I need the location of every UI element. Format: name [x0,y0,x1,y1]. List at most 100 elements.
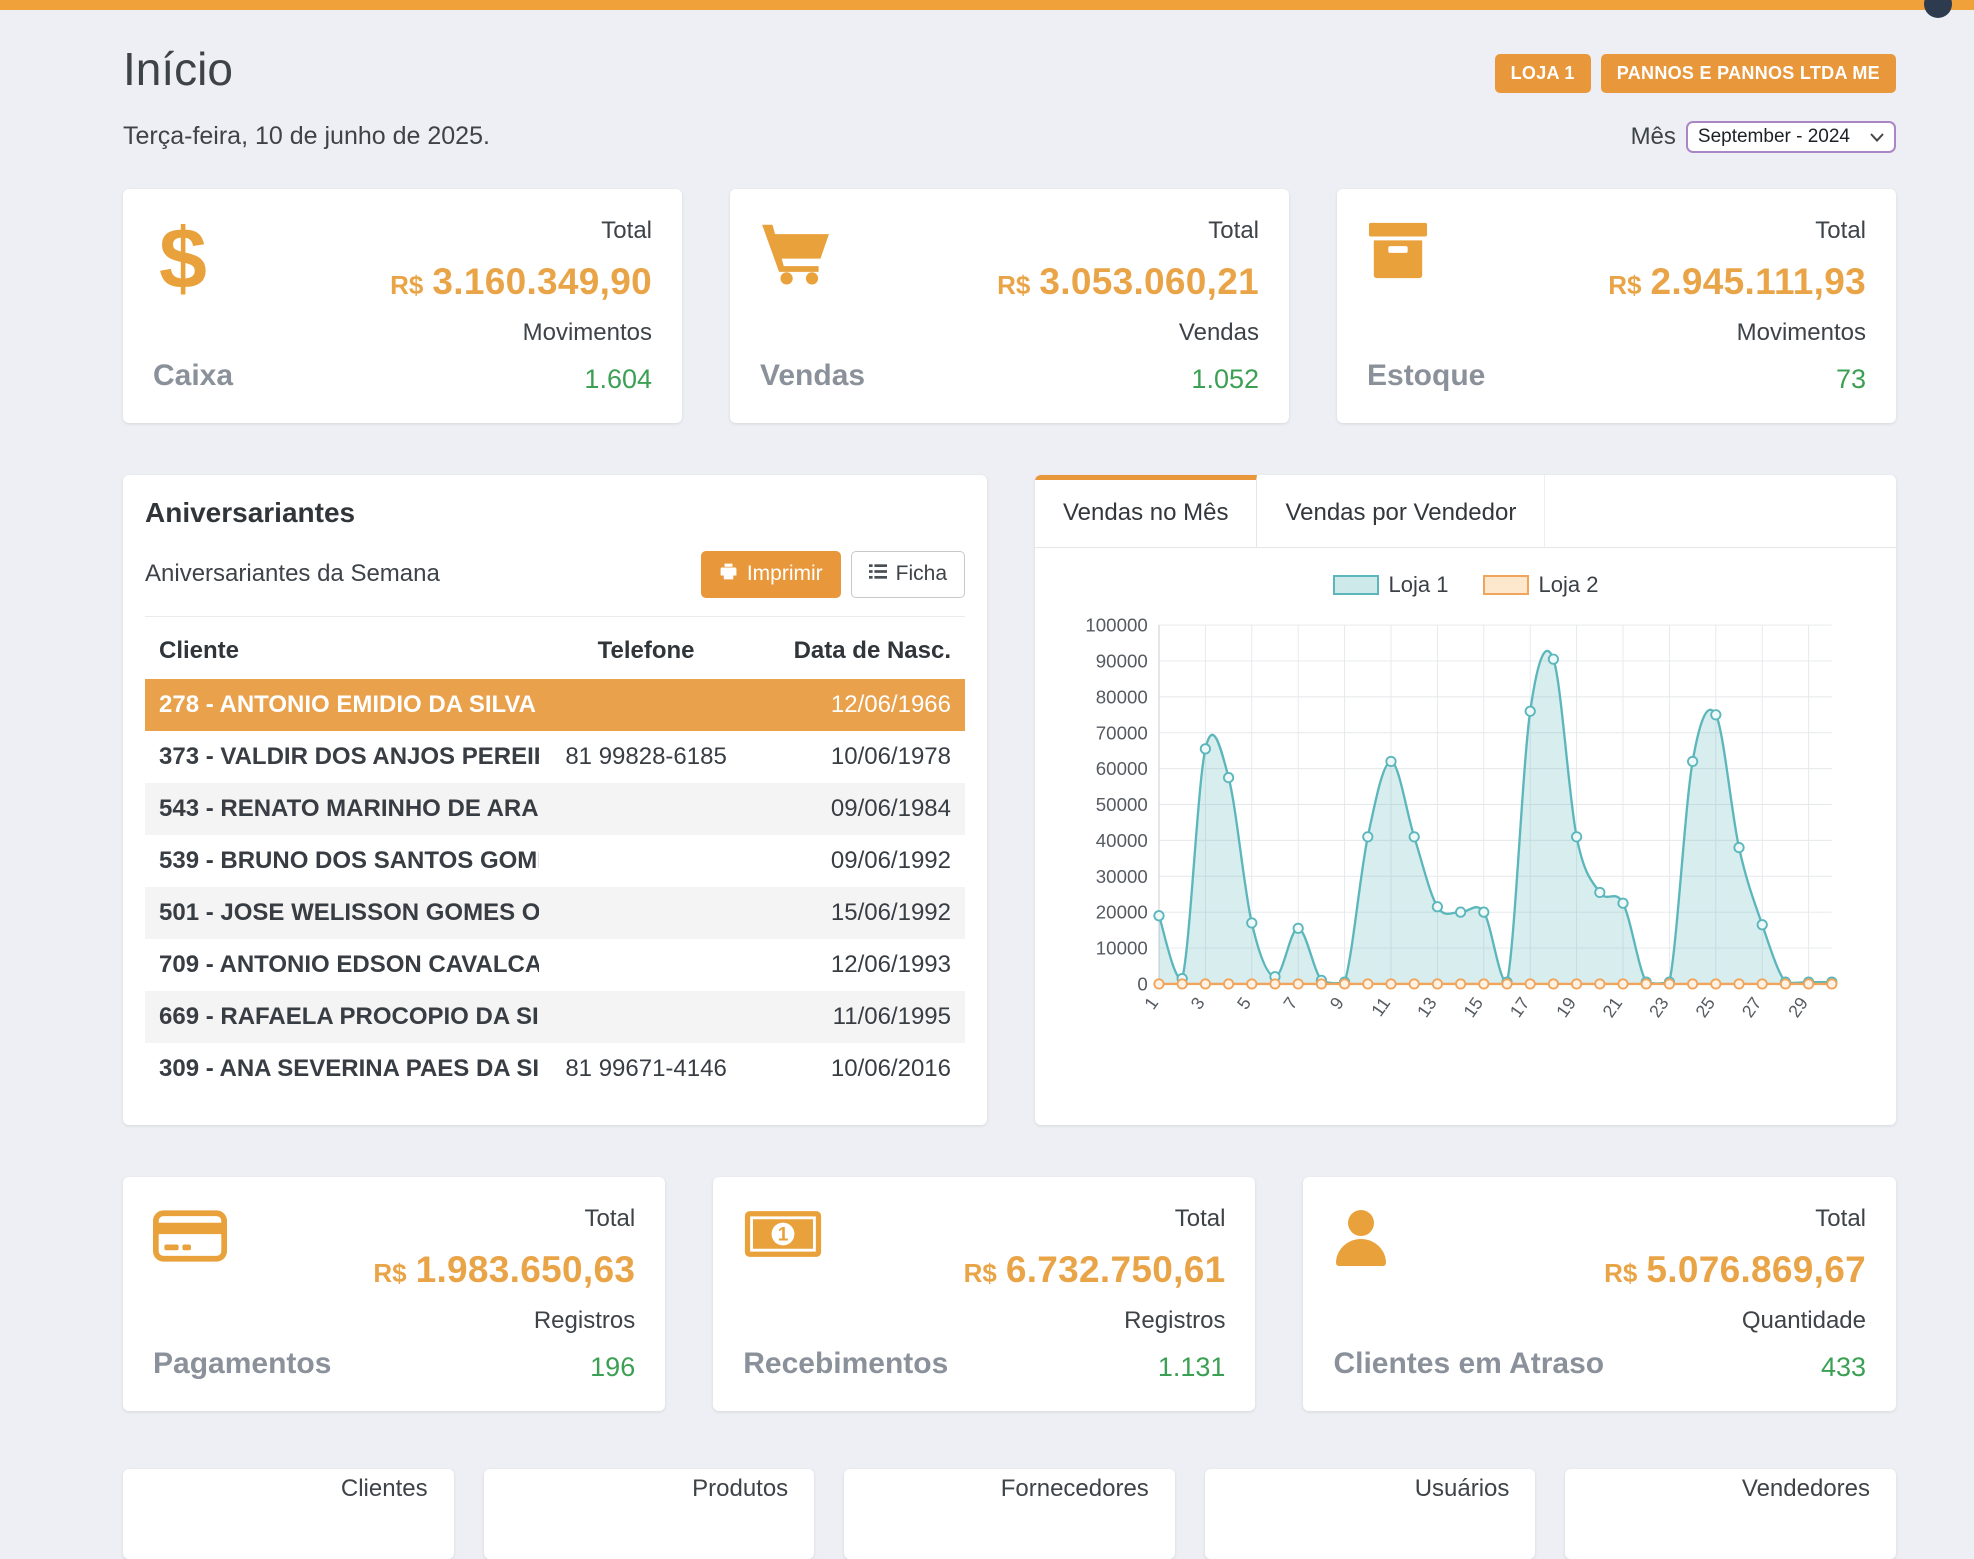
list-icon [869,562,887,586]
client-birthdate: 12/06/1966 [753,691,951,719]
stat-card-clientes-atraso: Clientes em Atraso Total R$5.076.869,67 … [1303,1177,1896,1411]
count-label: Quantidade [1604,1307,1866,1335]
stat-card-vendas: Vendas Total R$3.053.060,21 Vendas 1.052 [730,189,1289,423]
tab-vendas-no-mes[interactable]: Vendas no Mês [1035,475,1257,547]
birthdays-subtitle: Aniversariantes da Semana [145,560,440,588]
svg-text:20000: 20000 [1096,901,1148,922]
client-birthdate: 09/06/1992 [753,847,951,875]
sales-chart[interactable]: 0100002000030000400005000060000700008000… [1073,612,1858,1051]
svg-text:17: 17 [1506,993,1534,1021]
total-value: R$6.732.750,61 [964,1249,1226,1291]
table-row[interactable]: 543 - RENATO MARINHO DE ARAUJO (F... 09/… [145,783,965,835]
ficha-button-label: Ficha [896,562,947,586]
table-row[interactable]: 501 - JOSE WELISSON GOMES OLIVEIR... 15/… [145,887,965,939]
birthdays-table: Cliente Telefone Data de Nasc. 278 - ANT… [145,616,965,1095]
column-header-cliente: Cliente [159,637,539,665]
total-label: Total [997,217,1259,245]
print-button-label: Imprimir [747,562,823,586]
svg-text:100000: 100000 [1085,614,1147,635]
footer-card-fornecedores: Fornecedores [844,1469,1175,1559]
footer-card-produtos: Produtos [484,1469,815,1559]
client-birthdate: 09/06/1984 [753,795,951,823]
total-label: Total [964,1205,1226,1233]
middle-row: Aniversariantes Aniversariantes da Seman… [123,475,1896,1125]
count-value: 1.131 [964,1352,1226,1383]
total-value: R$2.945.111,93 [1608,261,1866,303]
svg-text:3: 3 [1187,993,1209,1013]
column-header-data-nasc: Data de Nasc. [753,637,951,665]
current-date: Terça-feira, 10 de junho de 2025. [123,122,490,151]
total-value: R$3.053.060,21 [997,261,1259,303]
top-orange-bar [0,0,1974,10]
footer-card-label: Fornecedores [844,1475,1149,1503]
count-value: 1.052 [997,364,1259,395]
print-button[interactable]: Imprimir [701,551,841,598]
table-row[interactable]: 709 - ANTONIO EDSON CAVALCANTE D... 12/0… [145,939,965,991]
date-row: Terça-feira, 10 de junho de 2025. Mês Se… [123,121,1896,153]
legend-label-loja1: Loja 1 [1389,572,1449,598]
svg-text:0: 0 [1137,973,1147,994]
svg-text:60000: 60000 [1096,758,1148,779]
svg-text:1: 1 [778,1224,789,1245]
svg-text:11: 11 [1367,993,1394,1020]
svg-text:21: 21 [1599,993,1627,1021]
printer-icon [719,562,738,587]
legend-swatch-loja2 [1483,575,1529,595]
client-birthdate: 10/06/2016 [753,1055,951,1083]
client-name: 309 - ANA SEVERINA PAES DA SILVA [159,1055,539,1083]
stat-card-caixa: $ Caixa Total R$3.160.349,90 Movimentos … [123,189,682,423]
birthdays-title: Aniversariantes [145,497,965,529]
legend-swatch-loja1 [1333,575,1379,595]
svg-text:40000: 40000 [1096,830,1148,851]
client-birthdate: 15/06/1992 [753,899,951,927]
month-label: Mês [1631,123,1676,151]
store-badge-loja1[interactable]: LOJA 1 [1495,54,1591,93]
sales-panel: Vendas no Mês Vendas por Vendedor Loja 1… [1035,475,1896,1125]
box-icon [1367,221,1485,285]
svg-text:29: 29 [1784,993,1812,1021]
total-label: Total [1604,1205,1866,1233]
client-phone: 81 99828-6185 [539,743,753,771]
legend-item-loja1[interactable]: Loja 1 [1333,572,1449,598]
client-birthdate: 11/06/1995 [753,1003,951,1031]
table-row[interactable]: 539 - BRUNO DOS SANTOS GOMES 09/06/1992 [145,835,965,887]
month-select[interactable]: September - 2024 [1686,121,1896,153]
topbar-avatar-icon[interactable] [1924,0,1952,18]
ficha-button[interactable]: Ficha [851,551,965,598]
tab-vendas-por-vendedor[interactable]: Vendas por Vendedor [1257,475,1545,547]
total-value: R$5.076.869,67 [1604,1249,1866,1291]
count-label: Registros [373,1307,635,1335]
stat-card-estoque: Estoque Total R$2.945.111,93 Movimentos … [1337,189,1896,423]
svg-text:30000: 30000 [1096,865,1148,886]
svg-text:5: 5 [1233,993,1255,1013]
total-value: R$3.160.349,90 [390,261,652,303]
svg-text:15: 15 [1459,993,1487,1021]
client-birthdate: 10/06/1978 [753,743,951,771]
count-label: Registros [964,1307,1226,1335]
footer-card-vendedores: Vendedores [1565,1469,1896,1559]
month-select-value: September - 2024 [1698,126,1850,148]
column-header-telefone: Telefone [539,637,753,665]
client-birthdate: 12/06/1993 [753,951,951,979]
svg-text:25: 25 [1691,993,1719,1021]
banknote-icon: 1 [743,1209,948,1263]
legend-item-loja2[interactable]: Loja 2 [1483,572,1599,598]
total-value: R$1.983.650,63 [373,1249,635,1291]
svg-text:90000: 90000 [1096,650,1148,671]
table-body: 278 - ANTONIO EMIDIO DA SILVA (PALE... 1… [145,679,965,1095]
client-name: 539 - BRUNO DOS SANTOS GOMES [159,847,539,875]
footer-card-usuarios: Usuários [1205,1469,1536,1559]
page-header: Início LOJA 1 PANNOS E PANNOS LTDA ME [123,44,1896,95]
company-badge[interactable]: PANNOS E PANNOS LTDA ME [1601,54,1896,93]
footer-card-label: Clientes [123,1475,428,1503]
stat-card-title: Recebimentos [743,1347,948,1381]
footer-card-clientes: Clientes [123,1469,454,1559]
chart-legend: Loja 1 Loja 2 [1073,572,1858,598]
table-row[interactable]: 373 - VALDIR DOS ANJOS PEREIRA (AN... 81… [145,731,965,783]
table-row[interactable]: 278 - ANTONIO EMIDIO DA SILVA (PALE... 1… [145,679,965,731]
count-value: 433 [1604,1352,1866,1383]
stat-card-title: Clientes em Atraso [1333,1347,1604,1381]
table-row[interactable]: 669 - RAFAELA PROCOPIO DA SILVA CA... 11… [145,991,965,1043]
table-row[interactable]: 309 - ANA SEVERINA PAES DA SILVA 81 9967… [145,1043,965,1095]
footer-cards: Clientes Produtos Fornecedores Usuários … [123,1469,1896,1559]
